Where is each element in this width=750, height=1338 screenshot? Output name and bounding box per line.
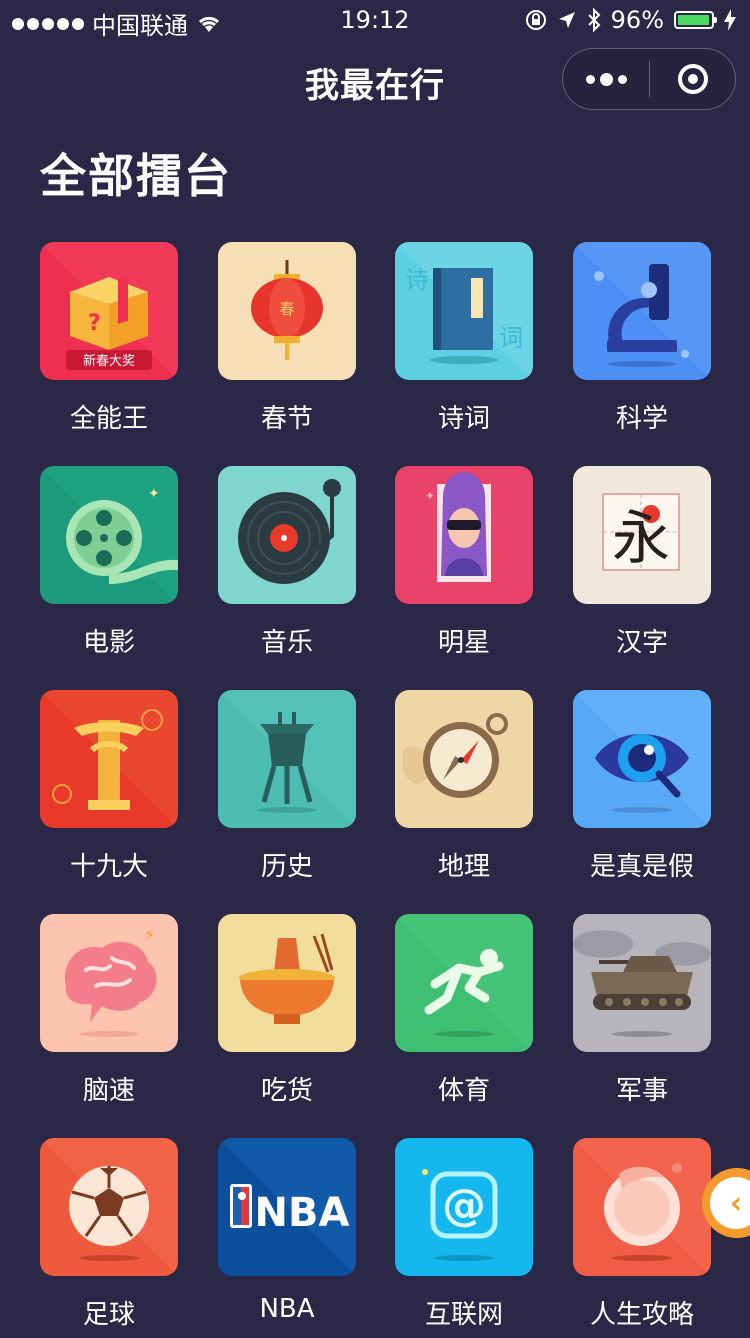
bronze-vessel-icon (218, 690, 356, 828)
category-tile-chihuo[interactable]: 吃货 (218, 914, 356, 1114)
category-label: 十九大 (69, 852, 148, 882)
battery-icon (674, 11, 717, 29)
svg-text:✦: ✦ (148, 486, 160, 502)
category-tile-junshi[interactable]: 军事 (573, 914, 711, 1114)
category-label: 春节 (260, 404, 313, 434)
category-tile-chunjie[interactable]: 春 春节 (218, 242, 356, 442)
mini-program-capsule (562, 48, 736, 110)
category-tile-shici[interactable]: 诗 词 诗词 (395, 242, 533, 442)
category-tile-hulianwang[interactable]: @ 互联网 (395, 1138, 533, 1338)
more-dot-icon (599, 72, 613, 86)
category-tile-dianying[interactable]: ✦ 电影 (40, 466, 178, 666)
star-celebrity-icon: ✦ (395, 466, 533, 604)
close-button[interactable] (650, 49, 735, 109)
category-label: 历史 (260, 852, 313, 882)
svg-text:✦: ✦ (425, 489, 435, 503)
soccer-ball-icon (40, 1138, 178, 1276)
orientation-lock-icon (525, 10, 546, 30)
icon-caption: 春 (279, 300, 294, 318)
category-label: 吃货 (260, 1076, 313, 1106)
category-tile-dili[interactable]: 地理 (395, 690, 533, 890)
runner-icon (395, 914, 533, 1052)
svg-text:诗: 诗 (405, 266, 429, 294)
hotpot-icon (218, 914, 356, 1052)
category-label: 音乐 (260, 628, 313, 658)
more-button[interactable] (563, 49, 649, 109)
category-tile-quanneng[interactable]: ? 新春大奖 全能王 (40, 242, 178, 442)
gift-box-icon: ? 新春大奖 (40, 242, 178, 380)
location-icon (558, 12, 575, 28)
close-target-icon (677, 64, 708, 94)
brain-icon: ⚡ (40, 914, 178, 1052)
category-label: 人生攻略 (589, 1300, 694, 1330)
category-label: 军事 (615, 1076, 668, 1106)
svg-text:?: ? (88, 311, 101, 336)
icon-caption: NBA (255, 1190, 350, 1236)
category-label: 是真是假 (589, 852, 694, 882)
film-reel-icon: ✦ (40, 466, 178, 604)
chevron-left-icon: ‹ (710, 1177, 750, 1229)
category-label: 脑速 (82, 1076, 135, 1106)
category-label: 地理 (437, 852, 490, 882)
category-tile-tiyu[interactable]: 体育 (395, 914, 533, 1114)
microscope-icon (573, 242, 711, 380)
lantern-icon: 春 (218, 242, 356, 380)
status-bar: 中国联通 19:12 96% (0, 0, 750, 40)
category-label: 全能王 (69, 404, 148, 434)
status-right: 96% (525, 6, 736, 34)
icon-caption: 新春大奖 (83, 353, 135, 369)
category-tile-naosu[interactable]: ⚡ 脑速 (40, 914, 178, 1114)
section-title: 全部擂台 (40, 149, 232, 203)
vinyl-record-icon (218, 466, 356, 604)
tank-icon (573, 914, 711, 1052)
category-label: 电影 (82, 628, 135, 658)
huabiao-pillar-icon (40, 690, 178, 828)
compass-icon (395, 690, 533, 828)
charging-icon (724, 9, 736, 31)
eye-icon (573, 690, 711, 828)
chinese-character-icon: 永 (573, 466, 711, 604)
category-label: 互联网 (424, 1300, 503, 1330)
icon-caption: @ (442, 1180, 486, 1231)
category-tile-shizhenshijia[interactable]: 是真是假 (573, 690, 711, 890)
category-tile-kexue[interactable]: 科学 (573, 242, 711, 442)
category-tile-shijiuda[interactable]: 十九大 (40, 690, 178, 890)
category-tile-lishi[interactable]: 历史 (218, 690, 356, 890)
svg-text:⚡: ⚡ (144, 925, 155, 944)
nba-logo-icon: NBA (218, 1138, 356, 1276)
book-icon: 诗 词 (395, 242, 533, 380)
category-tile-renshenggonglue[interactable]: 人生攻略 (573, 1138, 711, 1338)
category-tile-mingxing[interactable]: ✦ 明星 (395, 466, 533, 666)
category-label: NBA (259, 1294, 315, 1324)
category-tile-hanzi[interactable]: 永 汉字 (573, 466, 711, 666)
category-tile-nba[interactable]: NBA NBA (218, 1138, 356, 1338)
category-tile-yinyue[interactable]: 音乐 (218, 466, 356, 666)
battery-percent: 96% (610, 6, 664, 34)
category-label: 体育 (437, 1076, 490, 1106)
more-dot-icon (617, 74, 627, 84)
category-label: 科学 (615, 404, 668, 434)
category-label: 明星 (437, 628, 490, 658)
svg-text:词: 词 (499, 324, 523, 352)
category-label: 汉字 (615, 628, 668, 658)
bluetooth-icon (587, 8, 601, 32)
icon-caption: 永 (612, 504, 670, 572)
category-label: 诗词 (437, 404, 490, 434)
more-dot-icon (585, 74, 595, 84)
peach-icon (573, 1138, 711, 1276)
category-tile-zuqiu[interactable]: 足球 (40, 1138, 178, 1338)
category-label: 足球 (82, 1300, 135, 1330)
at-sign-icon: @ (395, 1138, 533, 1276)
